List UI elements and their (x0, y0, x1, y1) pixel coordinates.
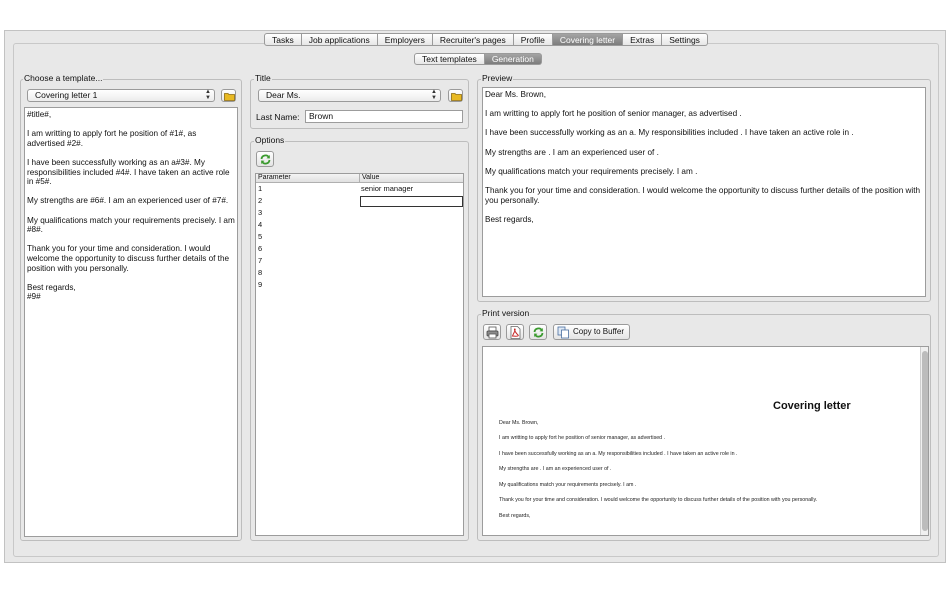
refresh-icon (533, 327, 544, 338)
copy-icon (557, 326, 569, 339)
print-line: My strengths are . I am an experienced u… (499, 466, 612, 472)
tab-covering-letter[interactable]: Covering letter (552, 33, 624, 46)
print-line: I am writting to apply fort he position … (499, 435, 666, 441)
last-name-input[interactable]: Brown (305, 110, 463, 123)
table-row[interactable]: 3 (256, 207, 463, 219)
table-row[interactable]: 8 (256, 267, 463, 279)
template-paragraph: I have been successfully working as an a… (27, 157, 232, 187)
preview-paragraph: My qualifications match your requirement… (485, 166, 698, 176)
template-paragraph: My strengths are #6#. I am an experience… (27, 196, 229, 206)
value-cell[interactable] (360, 279, 463, 291)
print-preview-area[interactable]: Covering letter Dear Ms. Brown, I am wri… (482, 346, 929, 536)
preview-paragraph: I am writting to apply fort he position … (485, 109, 742, 119)
print-line: My qualifications match your requirement… (499, 482, 637, 488)
template-select[interactable]: Covering letter 1 ▲ ▼ (27, 89, 215, 102)
value-cell-editor[interactable] (360, 196, 463, 207)
tab-text-templates[interactable]: Text templates (414, 53, 485, 65)
template-group-label: Choose a template... (23, 73, 104, 83)
preview-group-label: Preview (481, 73, 514, 83)
param-cell: 1 (258, 184, 263, 193)
main-tab-bar: Tasks Job applications Employers Recruit… (264, 33, 708, 46)
param-cell: 6 (258, 244, 263, 253)
table-row[interactable]: 7 (256, 255, 463, 267)
tab-profile[interactable]: Profile (513, 33, 553, 46)
refresh-print-button[interactable] (529, 324, 547, 340)
table-row[interactable]: 5 (256, 231, 463, 243)
options-table: Parameter Value 1 senior manager 2 3 4 5 … (255, 173, 464, 536)
tab-tasks[interactable]: Tasks (264, 33, 302, 46)
value-cell[interactable] (360, 267, 463, 279)
print-line: I have been successfully working as an a… (499, 451, 738, 457)
value-cell[interactable] (360, 231, 463, 243)
param-cell: 8 (258, 268, 263, 277)
scrollbar-thumb[interactable] (922, 351, 928, 531)
table-row[interactable]: 2 (256, 195, 463, 207)
print-button[interactable] (483, 324, 501, 340)
title-select-value: Dear Ms. (266, 90, 301, 100)
template-paragraph: #title#, (27, 110, 52, 119)
title-group-label: Title (254, 73, 272, 83)
tab-generation[interactable]: Generation (484, 53, 542, 65)
param-cell: 2 (258, 196, 263, 205)
options-group-label: Options (254, 135, 286, 145)
tab-extras[interactable]: Extras (623, 33, 663, 46)
param-cell: 3 (258, 208, 263, 217)
print-line: Thank you for your time and consideratio… (499, 497, 818, 503)
updown-arrows-icon: ▲ ▼ (431, 89, 437, 101)
param-cell: 9 (258, 280, 263, 289)
template-select-value: Covering letter 1 (35, 90, 98, 100)
preview-paragraph: Thank you for your time and consideratio… (485, 185, 923, 205)
pdf-icon (510, 326, 521, 339)
value-cell[interactable]: senior manager (360, 183, 463, 195)
export-pdf-button[interactable] (506, 324, 524, 340)
tab-employers[interactable]: Employers (377, 33, 433, 46)
tab-settings[interactable]: Settings (662, 33, 708, 46)
template-paragraph: I am writting to apply fort he position … (27, 129, 199, 148)
sub-tab-bar: Text templates Generation (414, 53, 542, 65)
copy-to-buffer-button[interactable]: Copy to Buffer (553, 324, 630, 340)
open-template-button[interactable] (221, 89, 236, 102)
value-cell[interactable] (360, 255, 463, 267)
param-cell: 7 (258, 256, 263, 265)
param-cell: 5 (258, 232, 263, 241)
preview-paragraph: I have been successfully working as an a… (485, 128, 854, 138)
preview-paragraph: Dear Ms. Brown, (485, 90, 546, 99)
print-preview-scrollbar[interactable] (920, 347, 928, 535)
last-name-label: Last Name: (256, 112, 300, 122)
folder-icon (224, 93, 235, 101)
column-header-value[interactable]: Value (360, 174, 379, 182)
print-group-label: Print version (481, 308, 531, 318)
open-title-button[interactable] (448, 89, 463, 102)
preview-text-area[interactable]: Dear Ms. Brown, I am writting to apply f… (482, 87, 926, 297)
column-header-parameter[interactable]: Parameter (256, 174, 360, 182)
table-row[interactable]: 1 senior manager (256, 183, 463, 195)
printer-icon (486, 326, 499, 339)
copy-to-buffer-label: Copy to Buffer (573, 327, 624, 336)
refresh-options-button[interactable] (256, 151, 274, 167)
table-row[interactable]: 4 (256, 219, 463, 231)
tab-recruiters-pages[interactable]: Recruiter's pages (432, 33, 514, 46)
value-cell[interactable] (360, 207, 463, 219)
print-doc-title: Covering letter (773, 400, 851, 412)
preview-paragraph: Best regards, (485, 214, 534, 224)
template-paragraph: Thank you for your time and consideratio… (27, 244, 232, 273)
print-line: Dear Ms. Brown, (499, 420, 539, 426)
refresh-icon (260, 154, 271, 165)
updown-arrows-icon: ▲ ▼ (205, 89, 211, 101)
preview-paragraph: My strengths are . I am an experienced u… (485, 147, 659, 157)
param-cell: 4 (258, 220, 263, 229)
template-paragraph: Best regards, #9# (27, 282, 76, 302)
title-select[interactable]: Dear Ms. ▲ ▼ (258, 89, 441, 102)
value-cell[interactable] (360, 219, 463, 231)
table-row[interactable]: 9 (256, 279, 463, 291)
template-paragraph: My qualifications match your requirement… (27, 215, 238, 235)
folder-icon (451, 93, 462, 101)
print-line: Best regards, (499, 513, 531, 519)
template-text-area[interactable]: #title#, I am writting to apply fort he … (24, 107, 238, 537)
table-row[interactable]: 6 (256, 243, 463, 255)
options-table-header: Parameter Value (256, 174, 463, 183)
tab-job-applications[interactable]: Job applications (301, 33, 378, 46)
value-cell[interactable] (360, 243, 463, 255)
